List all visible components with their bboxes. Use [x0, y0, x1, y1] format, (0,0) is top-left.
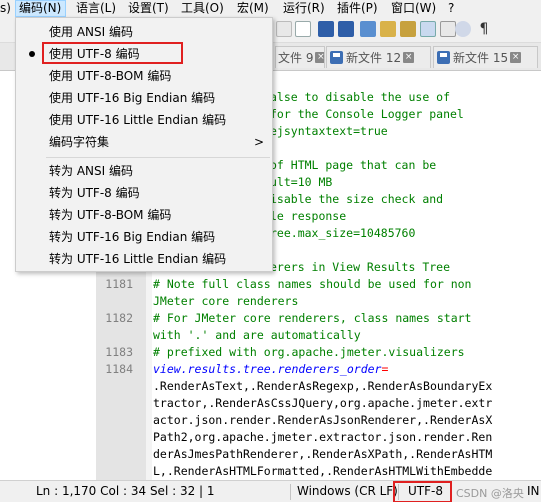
- status-bar: Ln : 1,170 Col : 34 Sel : 32 | 1 Windows…: [0, 480, 541, 502]
- tab-new-file-15[interactable]: 新文件 15 ×: [433, 46, 538, 68]
- code-line: of HTML page that can be: [270, 158, 437, 172]
- code-line: Path2,org.apache.jmeter.extractor.json.r…: [153, 430, 493, 444]
- tab-label: 新文件 12: [346, 51, 402, 65]
- line-number: 1183: [105, 345, 133, 359]
- code-line: derAsJmesPathRenderer,.RenderAsXPath,.Re…: [153, 447, 493, 461]
- doc-map-icon[interactable]: [338, 21, 354, 37]
- code-line: for the Console Logger panel: [270, 107, 464, 121]
- save-macro-icon[interactable]: [440, 21, 456, 37]
- code-line: L,.RenderAsHTMLFormatted,.RenderAsHTMLWi…: [153, 464, 493, 478]
- menu-item-use-utf16-le[interactable]: 使用 UTF-16 Little Endian 编码: [16, 109, 272, 131]
- outline-icon[interactable]: [318, 21, 334, 37]
- property-key: view.results.tree.renderers_order: [153, 362, 382, 376]
- tab-new-file-12[interactable]: 新文件 12 ×: [326, 46, 431, 68]
- tab-label: 文件 9: [278, 51, 314, 65]
- menu-bar: s) 编码(N) 语言(L) 设置(T) 工具(O) 宏(M) 运行(R) 插件…: [0, 0, 541, 17]
- equals-sign: =: [381, 362, 389, 376]
- close-icon[interactable]: ×: [315, 52, 324, 63]
- code-line: # For JMeter core renderers, class names…: [153, 311, 472, 325]
- menu-tools[interactable]: 工具(O): [181, 0, 224, 17]
- monitoring-icon[interactable]: [400, 21, 416, 37]
- record-icon[interactable]: [420, 21, 436, 37]
- menu-item-convert-utf8[interactable]: 转为 UTF-8 编码: [16, 182, 272, 204]
- code-line: .RenderAsText,.RenderAsRegexp,.RenderAsB…: [153, 379, 493, 393]
- highlight-box: [393, 481, 452, 502]
- code-line: isable the size check and: [270, 192, 444, 206]
- menu-encoding[interactable]: 编码(N): [15, 0, 66, 17]
- eol-format[interactable]: Windows (CR LF): [297, 484, 398, 498]
- menu-language[interactable]: 语言(L): [76, 0, 116, 17]
- watermark: CSDN @洛央: [456, 487, 524, 500]
- code-line: # Note full class names should be used f…: [153, 277, 472, 291]
- menu-settings[interactable]: 设置(T): [128, 0, 169, 17]
- code-line: ult=10 MB: [270, 175, 333, 189]
- function-list-icon[interactable]: [360, 21, 376, 37]
- code-line: alse to disable the use of: [270, 90, 451, 104]
- menu-item-label: 编码字符集: [49, 135, 110, 149]
- menu-run[interactable]: 运行(R): [283, 0, 325, 17]
- menu-item-convert-utf16-le[interactable]: 转为 UTF-16 Little Endian 编码: [16, 248, 272, 270]
- code-line: tractor,.RenderAsCssJQuery,org.apache.jm…: [153, 396, 493, 410]
- menu-item-convert-utf8-bom[interactable]: 转为 UTF-8-BOM 编码: [16, 204, 272, 226]
- view-icon[interactable]: [455, 21, 471, 37]
- menu-item-convert-utf16-be[interactable]: 转为 UTF-16 Big Endian 编码: [16, 226, 272, 248]
- save-icon: [437, 51, 450, 64]
- menu-item-convert-ansi[interactable]: 转为 ANSI 编码: [16, 160, 272, 182]
- menu-plugins[interactable]: 插件(P): [337, 0, 378, 17]
- highlight-box: [42, 42, 183, 64]
- indent-guide-icon[interactable]: [276, 21, 292, 37]
- line-number: 1184: [105, 362, 133, 376]
- menu-separator: [46, 157, 270, 158]
- insert-mode: IN: [527, 484, 540, 498]
- close-icon[interactable]: ×: [403, 52, 415, 63]
- tab-file-9[interactable]: 文件 9 ×: [275, 46, 325, 68]
- chevron-right-icon: >: [253, 135, 264, 149]
- folder-workspace-icon[interactable]: [380, 21, 396, 37]
- code-line: with '.' and are automatically: [153, 328, 361, 342]
- menu-item-use-utf16-be[interactable]: 使用 UTF-16 Big Endian 编码: [16, 87, 272, 109]
- code-line-key: view.results.tree.renderers_order=: [153, 361, 388, 378]
- code-line: ree.max_size=10485760: [270, 226, 416, 240]
- menu-item-charset[interactable]: 编码字符集 >: [16, 131, 272, 153]
- encoding-dropdown-menu: 使用 ANSI 编码 使用 UTF-8 编码 使用 UTF-8-BOM 编码 使…: [15, 17, 273, 272]
- code-line: ejsyntaxtext=true: [270, 124, 388, 138]
- code-line: # prefixed with org.apache.jmeter.visual…: [153, 345, 465, 359]
- tab-label: 新文件 15: [453, 51, 509, 65]
- wrap-icon[interactable]: [295, 21, 311, 37]
- menu-search[interactable]: s): [0, 0, 11, 17]
- status-divider: [290, 484, 291, 500]
- menu-window[interactable]: 窗口(W): [391, 0, 436, 17]
- pilcrow-icon[interactable]: ¶: [476, 21, 492, 37]
- menu-macro[interactable]: 宏(M): [237, 0, 269, 17]
- menu-item-use-utf8-bom[interactable]: 使用 UTF-8-BOM 编码: [16, 65, 272, 87]
- menu-item-use-ansi[interactable]: 使用 ANSI 编码: [16, 21, 272, 43]
- menu-help[interactable]: ?: [448, 0, 454, 17]
- cursor-position: Ln : 1,170 Col : 34 Sel : 32 | 1: [36, 484, 215, 498]
- line-number: 1181: [105, 277, 133, 291]
- code-line: le response: [270, 209, 347, 223]
- code-line: JMeter core renderers: [153, 294, 299, 308]
- save-icon: [330, 51, 343, 64]
- code-line: erers in View Results Tree: [270, 260, 451, 274]
- code-line: actor.json.render.RenderAsJsonRenderer,.…: [153, 413, 493, 427]
- line-number: 1182: [105, 311, 133, 325]
- close-icon[interactable]: ×: [510, 52, 522, 63]
